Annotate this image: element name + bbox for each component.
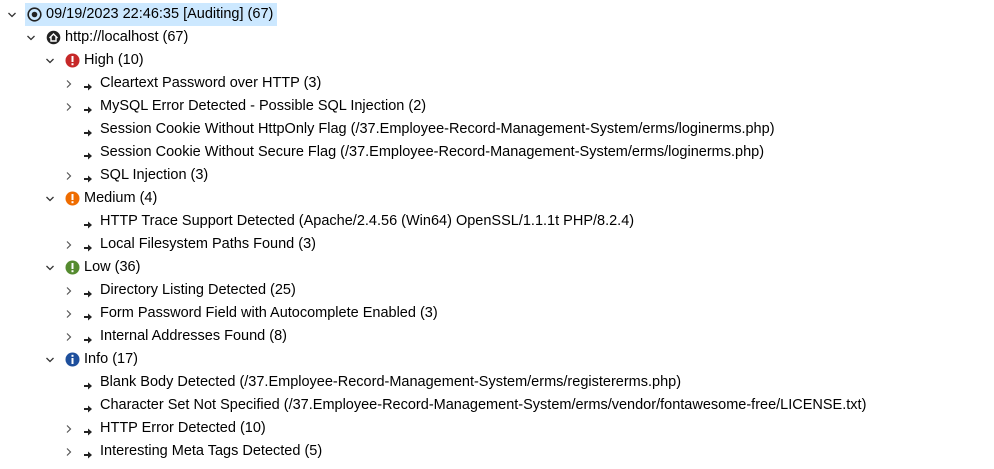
- severity-label: Medium (4): [84, 190, 158, 206]
- target-icon: [27, 7, 42, 22]
- alert-arrow-icon: [82, 239, 94, 251]
- chevron-right-icon[interactable]: [63, 279, 75, 302]
- alert-arrow-icon: [82, 308, 94, 320]
- chevron-right-icon[interactable]: [63, 72, 75, 95]
- chevron-down-icon[interactable]: [44, 49, 56, 72]
- alert-item[interactable]: Session Cookie Without Secure Flag (/37.…: [63, 141, 764, 164]
- chevron-down-icon[interactable]: [25, 26, 37, 49]
- alert-arrow-icon: [82, 285, 94, 297]
- chevron-down-icon[interactable]: [44, 256, 56, 279]
- alert-label: MySQL Error Detected - Possible SQL Inje…: [100, 98, 427, 114]
- alert-item[interactable]: SQL Injection (3): [63, 164, 208, 187]
- alert-arrow-icon: [82, 400, 94, 412]
- alert-arrow-icon: [82, 170, 94, 182]
- alert-label: Internal Addresses Found (8): [100, 328, 287, 344]
- alert-item[interactable]: Cleartext Password over HTTP (3): [63, 72, 321, 95]
- severity-group-low[interactable]: Low (36): [44, 256, 144, 279]
- chevron-down-icon[interactable]: [44, 348, 56, 371]
- host-label: http://localhost (67): [65, 29, 189, 45]
- chevron-right-icon[interactable]: [63, 233, 75, 256]
- alert-label: Session Cookie Without HttpOnly Flag (/3…: [100, 121, 775, 137]
- chevron-down-icon[interactable]: [44, 187, 56, 210]
- tree-host-node[interactable]: http://localhost (67): [25, 26, 192, 49]
- chevron-right-icon[interactable]: [63, 302, 75, 325]
- severity-label: Info (17): [84, 351, 138, 367]
- chevron-right-icon[interactable]: [63, 440, 75, 463]
- alert-arrow-icon: [82, 216, 94, 228]
- severity-group-info[interactable]: Info (17): [44, 348, 142, 371]
- globe-icon: [46, 30, 61, 45]
- chevron-down-icon[interactable]: [6, 3, 18, 26]
- alert-item[interactable]: Interesting Meta Tags Detected (5): [63, 440, 322, 463]
- alert-label: Cleartext Password over HTTP (3): [100, 75, 322, 91]
- alert-arrow-icon: [82, 331, 94, 343]
- chevron-right-icon[interactable]: [63, 325, 75, 348]
- alert-label: HTTP Trace Support Detected (Apache/2.4.…: [100, 213, 635, 229]
- chevron-right-icon[interactable]: [63, 417, 75, 440]
- medium-severity-icon: [65, 191, 80, 206]
- alert-arrow-icon: [82, 78, 94, 90]
- alert-item[interactable]: Session Cookie Without HttpOnly Flag (/3…: [63, 118, 775, 141]
- info-severity-icon: [65, 352, 80, 367]
- chevron-right-icon[interactable]: [63, 164, 75, 187]
- severity-label: Low (36): [84, 259, 141, 275]
- alert-label: Directory Listing Detected (25): [100, 282, 296, 298]
- alert-item[interactable]: HTTP Error Detected (10): [63, 417, 266, 440]
- alert-label: Local Filesystem Paths Found (3): [100, 236, 316, 252]
- alert-label: Blank Body Detected (/37.Employee-Record…: [100, 374, 682, 390]
- high-severity-icon: [65, 53, 80, 68]
- alert-label: Form Password Field with Autocomplete En…: [100, 305, 438, 321]
- alert-item[interactable]: HTTP Trace Support Detected (Apache/2.4.…: [63, 210, 634, 233]
- alert-arrow-icon: [82, 147, 94, 159]
- alert-item[interactable]: Blank Body Detected (/37.Employee-Record…: [63, 371, 681, 394]
- alert-item[interactable]: Directory Listing Detected (25): [63, 279, 296, 302]
- severity-label: High (10): [84, 52, 144, 68]
- alert-label: SQL Injection (3): [100, 167, 209, 183]
- severity-group-medium[interactable]: Medium (4): [44, 187, 161, 210]
- alert-item[interactable]: Internal Addresses Found (8): [63, 325, 287, 348]
- alert-arrow-icon: [82, 124, 94, 136]
- alert-arrow-icon: [82, 101, 94, 113]
- alert-item[interactable]: MySQL Error Detected - Possible SQL Inje…: [63, 95, 426, 118]
- alert-item[interactable]: Local Filesystem Paths Found (3): [63, 233, 316, 256]
- alert-item[interactable]: Form Password Field with Autocomplete En…: [63, 302, 438, 325]
- alert-label: Character Set Not Specified (/37.Employe…: [100, 397, 867, 413]
- alert-label: HTTP Error Detected (10): [100, 420, 266, 436]
- low-severity-icon: [65, 260, 80, 275]
- tree-root-session[interactable]: 09/19/2023 22:46:35 [Auditing] (67): [6, 3, 278, 26]
- alert-item[interactable]: Character Set Not Specified (/37.Employe…: [63, 394, 866, 417]
- alert-label: Interesting Meta Tags Detected (5): [100, 443, 323, 459]
- alert-arrow-icon: [82, 423, 94, 435]
- session-label: 09/19/2023 22:46:35 [Auditing] (67): [46, 6, 274, 22]
- alert-arrow-icon: [82, 446, 94, 458]
- chevron-right-icon[interactable]: [63, 95, 75, 118]
- alerts-tree: 09/19/2023 22:46:35 [Auditing] (67) http…: [0, 0, 994, 464]
- severity-group-high[interactable]: High (10): [44, 49, 148, 72]
- alert-label: Session Cookie Without Secure Flag (/37.…: [100, 144, 765, 160]
- alert-arrow-icon: [82, 377, 94, 389]
